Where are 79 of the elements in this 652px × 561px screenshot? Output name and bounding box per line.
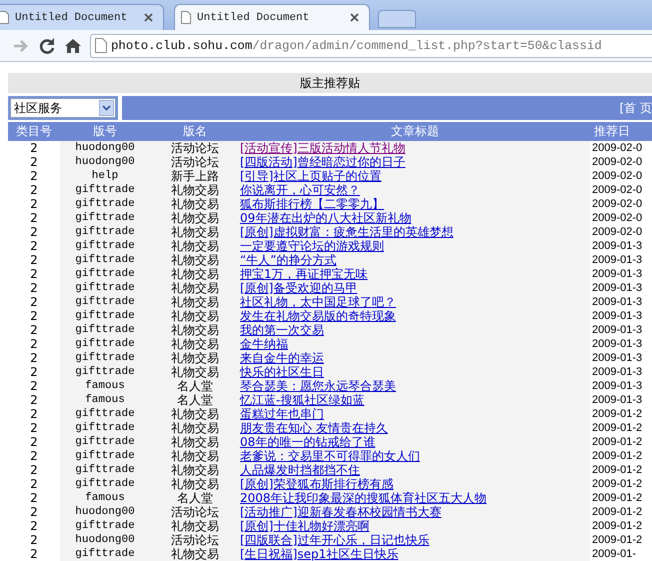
table-cell: 礼物交易 <box>150 337 240 351</box>
reload-icon[interactable] <box>38 36 56 54</box>
table-cell: 礼物交易 <box>150 449 240 463</box>
table-cell: 礼物交易 <box>150 309 240 323</box>
table-cell: gifttrade <box>60 183 150 197</box>
table-cell: 名人堂 <box>150 379 240 393</box>
table-cell: 新手上路 <box>150 169 240 183</box>
table-cell: 礼物交易 <box>150 197 240 211</box>
table-cell: famous <box>60 491 150 505</box>
table-cell: huodong00 <box>60 141 150 155</box>
table-cell: gifttrade <box>60 309 150 323</box>
browser-tab[interactable]: Untitled Document <box>0 4 164 30</box>
table-cell: 礼物交易 <box>150 477 240 491</box>
table-cell: gifttrade <box>60 295 150 309</box>
table-cell: gifttrade <box>60 421 150 435</box>
table-cell: 活动论坛 <box>150 141 240 155</box>
table-cell: huodong00 <box>60 155 150 169</box>
table-cell: gifttrade <box>60 477 150 491</box>
document-icon <box>0 11 9 24</box>
table-cell: 礼物交易 <box>150 183 240 197</box>
page-heading: 版主推荐贴 <box>8 73 652 93</box>
column-header: 文章标题 <box>390 123 440 140</box>
table-cell: 礼物交易 <box>150 267 240 281</box>
table-cell: huodong00 <box>60 533 150 547</box>
table-cell: gifttrade <box>60 211 150 225</box>
table-cell: 礼物交易 <box>150 407 240 421</box>
table-cell: gifttrade <box>60 407 150 421</box>
table-cell: gifttrade <box>60 225 150 239</box>
column-header: 版号 <box>92 123 118 140</box>
table-cell: famous <box>60 393 150 407</box>
table-cell: 名人堂 <box>150 393 240 407</box>
document-icon <box>95 38 107 53</box>
table-cell: 礼物交易 <box>150 463 240 477</box>
table-cell: gifttrade <box>60 239 150 253</box>
column-header: 推荐日 <box>593 123 631 140</box>
table-cell: 活动论坛 <box>150 533 240 547</box>
caret-icon <box>99 100 114 116</box>
table-cell: gifttrade <box>60 253 150 267</box>
table-cell: 礼物交易 <box>150 435 240 449</box>
home-icon[interactable] <box>64 36 82 54</box>
table-cell: 活动论坛 <box>150 505 240 519</box>
close-icon[interactable] <box>144 13 153 22</box>
table-cell: 礼物交易 <box>150 365 240 379</box>
table-cell: 礼物交易 <box>150 253 240 267</box>
table-cell: 礼物交易 <box>150 351 240 365</box>
column-header: 类目号 <box>15 123 53 140</box>
table-cell: gifttrade <box>60 449 150 463</box>
table-cell: 礼物交易 <box>150 211 240 225</box>
table-cell: gifttrade <box>60 351 150 365</box>
column-header: 版名 <box>182 123 208 140</box>
category-select[interactable]: 社区服务 <box>10 98 116 118</box>
article-link[interactable]: 金牛纳福 <box>240 337 288 351</box>
table-cell: gifttrade <box>60 337 150 351</box>
close-icon[interactable] <box>350 13 359 22</box>
table-cell: gifttrade <box>60 281 150 295</box>
table-cell: 礼物交易 <box>150 547 240 561</box>
table-cell: huodong00 <box>60 505 150 519</box>
table-cell: famous <box>60 379 150 393</box>
table-cell: gifttrade <box>60 267 150 281</box>
table-cell: 活动论坛 <box>150 155 240 169</box>
table-cell: help <box>60 169 150 183</box>
table-cell: gifttrade <box>60 435 150 449</box>
table-cell: 礼物交易 <box>150 519 240 533</box>
table-cell: 礼物交易 <box>150 323 240 337</box>
table-cell: 礼物交易 <box>150 295 240 309</box>
table-cell: 名人堂 <box>150 491 240 505</box>
table-cell: 礼物交易 <box>150 225 240 239</box>
table-cell: gifttrade <box>60 463 150 477</box>
table-cell: gifttrade <box>60 547 150 561</box>
document-icon <box>181 11 191 24</box>
table-cell: 礼物交易 <box>150 421 240 435</box>
table-cell: gifttrade <box>60 519 150 533</box>
table-cell: gifttrade <box>60 365 150 379</box>
table-cell: gifttrade <box>60 197 150 211</box>
browser-tab[interactable]: Untitled Document <box>174 4 370 30</box>
table-cell: gifttrade <box>60 323 150 337</box>
table-cell: 礼物交易 <box>150 239 240 253</box>
address-bar[interactable]: photo.club.sohu.com/dragon/admin/commend_list.php?start=50&classid <box>90 34 652 58</box>
table-cell: 礼物交易 <box>150 281 240 295</box>
